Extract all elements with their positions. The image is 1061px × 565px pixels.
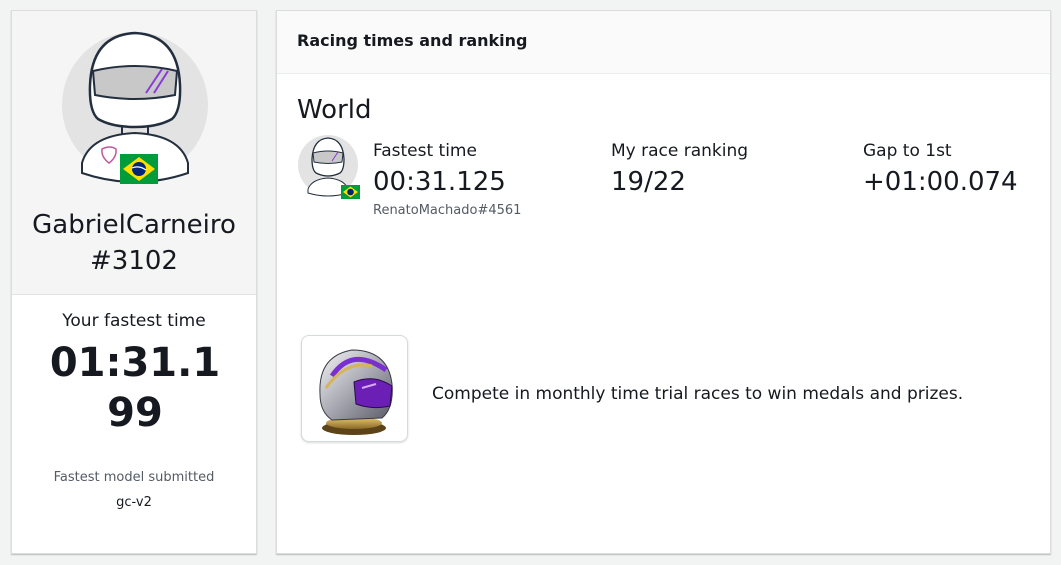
username: GabrielCarneiro xyxy=(32,210,236,240)
stat-value: +01:00.074 xyxy=(863,167,1018,197)
fastest-time-label: Your fastest time xyxy=(62,311,206,331)
stat-label: My race ranking xyxy=(611,141,749,161)
racing-card-title: Racing times and ranking xyxy=(297,31,528,50)
promo-text: Compete in monthly time trial races to w… xyxy=(432,384,964,404)
model-label: Fastest model submitted xyxy=(53,470,215,485)
fastest-time-value: 01:31.199 xyxy=(49,340,221,436)
stat-gap-to-first: Gap to 1st +01:00.074 xyxy=(863,139,1018,201)
helmet-trophy-icon xyxy=(301,335,408,442)
model-value: gc-v2 xyxy=(116,495,152,510)
stat-label: Gap to 1st xyxy=(863,141,952,161)
stat-fastest-time: Fastest time 00:31.125 RenatoMachado#456… xyxy=(373,139,521,221)
leader-avatar-icon xyxy=(298,133,362,201)
stat-race-ranking: My race ranking 19/22 xyxy=(611,139,748,201)
profile-card: GabrielCarneiro #3102 Your fastest time … xyxy=(11,10,257,554)
brazil-flag-icon xyxy=(120,154,158,184)
stat-value: 00:31.125 xyxy=(373,167,506,197)
leader-name: RenatoMachado#4561 xyxy=(373,203,522,218)
section-title: World xyxy=(297,95,372,125)
stat-label: Fastest time xyxy=(373,141,477,161)
user-tag: #3102 xyxy=(90,246,178,276)
racing-card-header: Racing times and ranking xyxy=(277,11,1050,74)
profile-header: GabrielCarneiro #3102 xyxy=(12,11,256,295)
stat-value: 19/22 xyxy=(611,167,686,197)
racing-card: Racing times and ranking World Fastest t… xyxy=(276,10,1051,554)
